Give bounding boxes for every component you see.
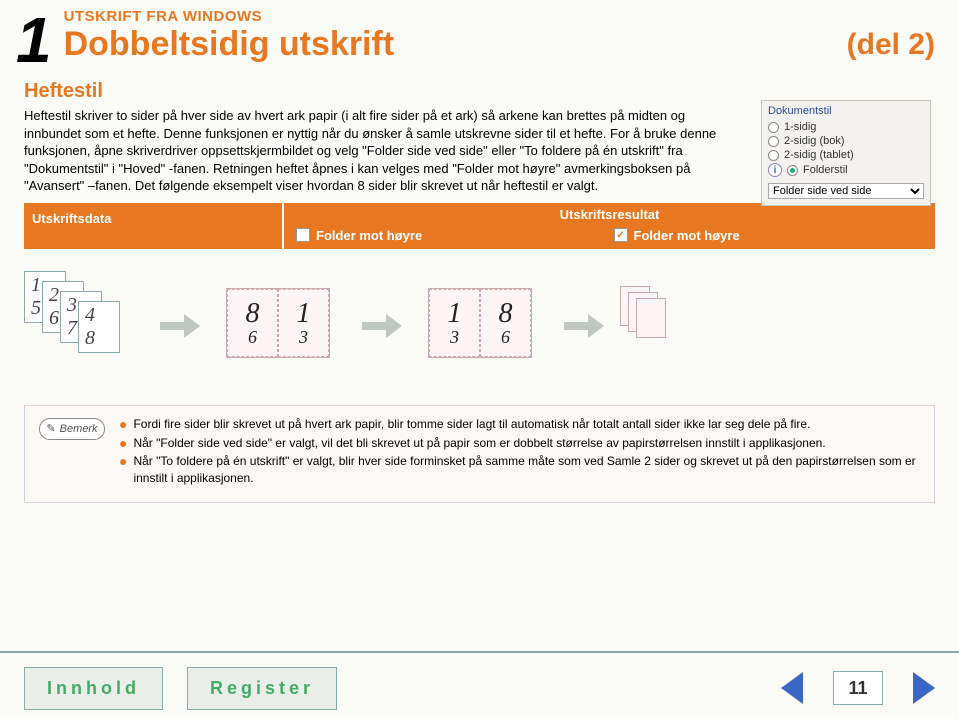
note-item: ●Når "To foldere på én utskrift" er valg… (119, 453, 920, 485)
index-button[interactable]: Register (187, 667, 337, 710)
page-num: 7 (67, 317, 77, 340)
checkbox-label: Folder mot høyre (316, 228, 422, 243)
page-num: 1 (31, 274, 41, 297)
radio-label: 2-sidig (bok) (784, 135, 845, 147)
bemerk-badge: ✎ Bemerk (39, 418, 105, 440)
info-icon: i (768, 163, 782, 177)
radio-1sidig[interactable]: 1-sidig (768, 121, 924, 133)
checkbox-checked-icon: ✓ (614, 228, 628, 242)
pencil-icon: ✎ (46, 422, 55, 435)
kicker: UTSKRIFT FRA WINDOWS (64, 8, 847, 25)
page-number: 11 (833, 671, 883, 705)
page-num: 3 (67, 294, 77, 317)
page-num: 6 (49, 307, 59, 330)
page-num: 3 (299, 328, 308, 346)
footer-divider (0, 651, 959, 653)
result-table: Utskriftsdata Utskriftsresultat Folder m… (24, 203, 935, 249)
radio-label: 1-sidig (784, 121, 816, 133)
notes-box: ✎ Bemerk ●Fordi fire sider blir skrevet … (24, 405, 935, 503)
diagram-row: 15 26 37 48 86 13 13 86 (0, 255, 959, 397)
folder-select[interactable]: Folder side ved side (768, 183, 924, 199)
notes-list: ●Fordi fire sider blir skrevet ut på hve… (119, 416, 920, 488)
page-num: 8 (85, 327, 95, 350)
checkbox-unchecked-cell: Folder mot høyre (292, 226, 610, 245)
section-number: 1 (16, 8, 52, 72)
next-page-button[interactable] (913, 672, 935, 704)
note-text: Når "To foldere på én utskrift" er valgt… (133, 453, 920, 485)
contents-button[interactable]: Innhold (24, 667, 163, 710)
page-num: 8 (499, 300, 513, 328)
page-num: 1 (448, 300, 462, 328)
page-num: 5 (31, 297, 41, 320)
document-style-panel: Dokumentstil 1-sidig 2-sidig (bok) 2-sid… (761, 100, 931, 206)
page-num: 3 (450, 328, 459, 346)
booklet-left: 86 13 (216, 276, 346, 376)
page-num: 6 (248, 328, 257, 346)
note-text: Fordi fire sider blir skrevet ut på hver… (133, 416, 810, 433)
radio-label: Folderstil (803, 164, 848, 176)
checkbox-checked-cell: ✓ Folder mot høyre (610, 226, 928, 245)
note-item: ●Fordi fire sider blir skrevet ut på hve… (119, 416, 920, 433)
page-title: Dobbeltsidig utskrift (64, 25, 847, 64)
checkbox-icon (296, 228, 310, 242)
note-item: ●Når "Folder side ved side" er valgt, vi… (119, 435, 920, 452)
page-num: 6 (501, 328, 510, 346)
th-utskriftsdata: Utskriftsdata (24, 203, 284, 249)
page-num: 8 (246, 300, 260, 328)
radio-folderstil[interactable]: i Folderstil (768, 163, 924, 177)
arrow-icon (362, 314, 402, 338)
checkbox-label: Folder mot høyre (634, 228, 740, 243)
part-label: (del 2) (847, 28, 935, 62)
page-num: 4 (85, 304, 95, 327)
radio-2sidig-bok[interactable]: 2-sidig (bok) (768, 135, 924, 147)
bemerk-label: Bemerk (60, 423, 98, 435)
radio-2sidig-tablet[interactable]: 2-sidig (tablet) (768, 149, 924, 161)
arrow-icon (564, 314, 604, 338)
note-text: Når "Folder side ved side" er valgt, vil… (133, 435, 825, 452)
page-num: 2 (49, 284, 59, 307)
th-utskriftsresultat: Utskriftsresultat (292, 207, 927, 222)
page-num: 1 (297, 300, 311, 328)
arrow-icon (160, 314, 200, 338)
body-paragraph: Heftestil skriver to sider på hver side … (24, 107, 734, 195)
radio-label: 2-sidig (tablet) (784, 149, 854, 161)
prev-page-button[interactable] (781, 672, 803, 704)
panel-title: Dokumentstil (768, 105, 924, 117)
output-stack (620, 286, 680, 366)
footer: Innhold Register 11 (0, 657, 959, 719)
booklet-right: 13 86 (418, 276, 548, 376)
page-stack: 15 26 37 48 (24, 271, 144, 381)
